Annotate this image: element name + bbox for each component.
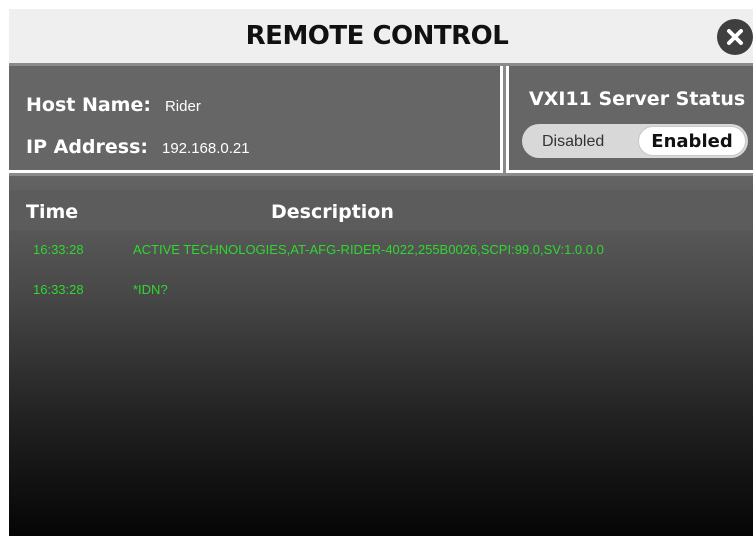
column-header-time: Time — [26, 201, 79, 223]
toggle-option-disabled[interactable]: Disabled — [542, 133, 604, 151]
table-row: 16:33:28 *IDN? — [9, 282, 753, 306]
server-status-title: VXI11 Server Status — [529, 88, 746, 110]
host-name-row: Host Name: Rider — [26, 94, 201, 116]
connection-info-panel: Host Name: Rider IP Address: 192.168.0.2… — [9, 66, 503, 173]
log-time: 16:33:28 — [33, 282, 84, 297]
server-status-panel: VXI11 Server Status Disabled Enabled — [506, 66, 753, 173]
log-table-header: Time Description — [9, 190, 753, 230]
ip-address-row: IP Address: 192.168.0.21 — [26, 136, 250, 158]
ip-address-value: 192.168.0.21 — [162, 140, 250, 157]
table-row: 16:33:28 ACTIVE TECHNOLOGIES,AT-AFG-RIDE… — [9, 242, 753, 266]
server-status-toggle[interactable]: Disabled Enabled — [522, 124, 748, 158]
host-name-value: Rider — [164, 98, 201, 115]
log-panel[interactable]: Time Description 16:33:28 ACTIVE TECHNOL… — [9, 176, 753, 536]
log-description: *IDN? — [133, 282, 168, 297]
toggle-option-enabled[interactable]: Enabled — [638, 126, 746, 156]
column-header-description: Description — [271, 201, 394, 223]
window-title: REMOTE CONTROL — [245, 21, 509, 51]
log-time: 16:33:28 — [33, 242, 84, 257]
close-icon — [727, 29, 743, 45]
close-button[interactable] — [717, 19, 753, 55]
host-name-label: Host Name: — [26, 94, 151, 116]
title-bar: REMOTE CONTROL — [9, 9, 753, 63]
remote-control-window: REMOTE CONTROL Host Name: Rider IP Addre… — [9, 9, 753, 536]
log-description: ACTIVE TECHNOLOGIES,AT-AFG-RIDER-4022,25… — [133, 242, 604, 257]
ip-address-label: IP Address: — [26, 136, 148, 158]
